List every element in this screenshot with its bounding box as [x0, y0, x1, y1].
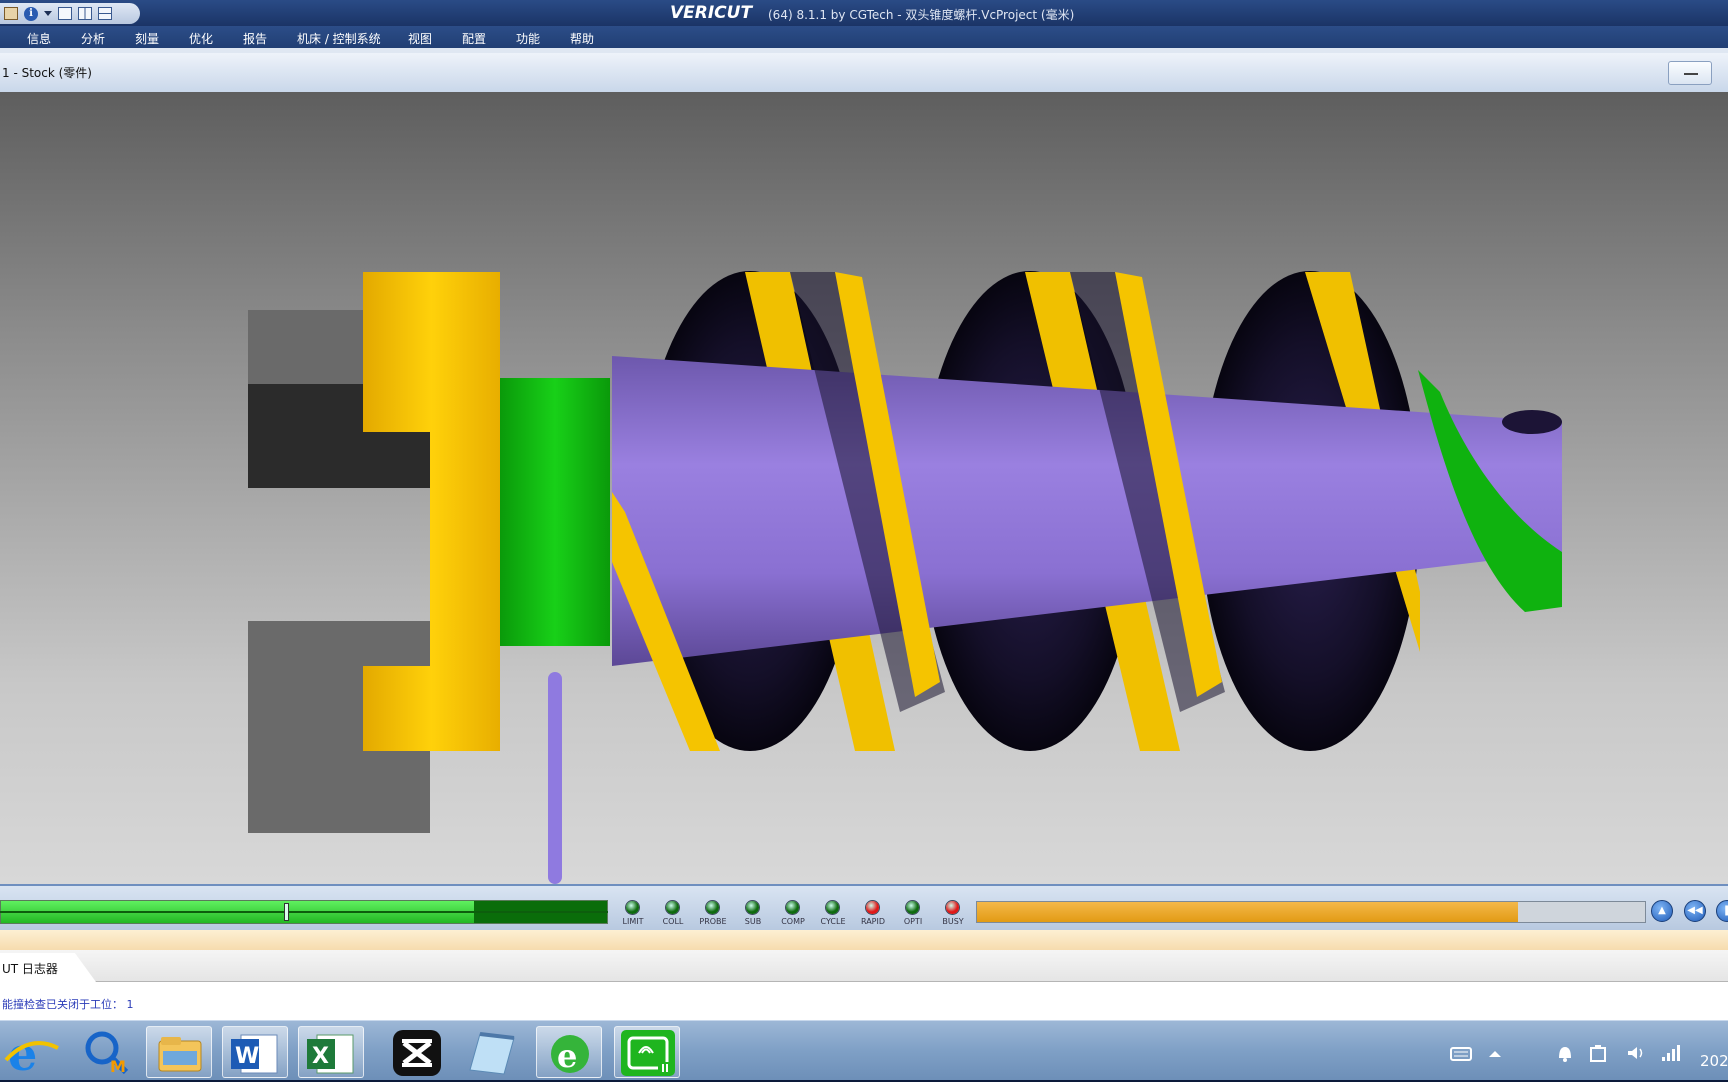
overall-progress-fill	[977, 902, 1518, 922]
chevron-down-icon[interactable]	[44, 11, 52, 16]
network-signal-icon[interactable]	[1660, 1043, 1682, 1063]
mastercam-icon[interactable]: M	[74, 1026, 140, 1078]
graphics-viewport[interactable]	[0, 92, 1728, 884]
single-view-icon[interactable]	[58, 7, 72, 20]
panel-title: 1 - Stock (零件)	[2, 66, 92, 80]
fixture-hub	[500, 378, 610, 646]
capcut-icon[interactable]	[384, 1026, 450, 1078]
menu-measure[interactable]: 刻量	[135, 30, 159, 47]
menu-help[interactable]: 帮助	[570, 30, 594, 47]
indicator-probe-light	[706, 901, 719, 914]
cutting-tool	[548, 672, 562, 884]
stock-tip	[1502, 410, 1562, 434]
indicator-probe-label: PROBE	[699, 917, 727, 926]
indicator-rapid-label: RAPID	[860, 917, 886, 926]
eject-button[interactable]: ▲	[1651, 900, 1673, 922]
menu-bar: 信息 分析 刻量 优化 报告 机床 / 控制系统 视图 配置 功能 帮助	[0, 26, 1728, 48]
indicator-cycle-light	[826, 901, 839, 914]
fixture-flange	[363, 272, 500, 751]
excel-icon[interactable]: X	[298, 1026, 364, 1078]
svg-text:W: W	[235, 1044, 259, 1069]
keyboard-icon[interactable]	[1450, 1043, 1472, 1063]
app-menu-icon[interactable]	[4, 7, 18, 20]
svg-text:e: e	[557, 1037, 577, 1075]
battery-icon[interactable]	[1588, 1043, 1610, 1063]
indicator-rapid-light	[866, 901, 879, 914]
indicator-opti-label: OPTI	[903, 917, 923, 926]
menu-analysis[interactable]: 分析	[81, 30, 105, 47]
indicator-sub-label: SUB	[744, 917, 762, 926]
menu-function[interactable]: 功能	[516, 30, 540, 47]
indicator-coll-label: COLL	[662, 917, 684, 926]
split-horizontal-view-icon[interactable]	[98, 7, 112, 20]
menu-optimize[interactable]: 优化	[189, 30, 213, 47]
explorer-icon[interactable]	[146, 1026, 212, 1078]
menu-info[interactable]: 信息	[27, 30, 51, 47]
indicator-limit-light	[626, 901, 639, 914]
rewind-button[interactable]: ◀◀	[1684, 900, 1706, 922]
menu-report[interactable]: 报告	[243, 30, 267, 47]
quick-access-toolbar: i	[0, 3, 140, 24]
notepad-icon[interactable]	[460, 1026, 526, 1078]
volume-icon[interactable]	[1626, 1043, 1648, 1063]
indicator-comp-light	[786, 901, 799, 914]
svg-text:X: X	[312, 1044, 329, 1069]
indicator-sub-light	[746, 901, 759, 914]
menu-machine-control[interactable]: 机床 / 控制系统	[297, 30, 381, 47]
word-icon[interactable]: W	[222, 1026, 288, 1078]
indicator-opti-light	[906, 901, 919, 914]
recorder-icon[interactable]	[614, 1026, 680, 1078]
view-panel-header	[0, 48, 1728, 92]
ie-icon[interactable]: e	[0, 1026, 66, 1081]
indicator-coll-light	[666, 901, 679, 914]
log-separator	[0, 930, 1728, 950]
indicator-busy-label: BUSY	[942, 917, 964, 926]
minimize-panel-button[interactable]	[1668, 61, 1712, 85]
log-tab-row	[0, 950, 1728, 982]
file-progress-thumb[interactable]	[284, 903, 289, 921]
info-icon[interactable]: i	[24, 6, 38, 21]
ie-alt-icon[interactable]: e	[536, 1026, 602, 1078]
log-body	[0, 982, 1728, 1020]
brand-logo: VERICUT	[670, 3, 753, 23]
indicator-busy-light	[946, 901, 959, 914]
taskbar-clock[interactable]: 202	[1700, 1052, 1728, 1070]
indicator-limit-label: LIMIT	[622, 917, 644, 926]
window-title: (64) 8.1.1 by CGTech - 双头锥度螺杆.VcProject …	[768, 8, 1075, 22]
split-vertical-view-icon[interactable]	[78, 7, 92, 20]
indicator-comp-label: COMP	[781, 917, 805, 926]
menu-view[interactable]: 视图	[408, 30, 432, 47]
show-hidden-icons-icon[interactable]	[1484, 1043, 1506, 1063]
log-line: 能撞检查已关闭于工位： 1	[2, 998, 134, 1011]
indicator-cycle-label: CYCLE	[820, 917, 846, 926]
notification-bell-icon[interactable]	[1554, 1043, 1576, 1063]
file-progress-line	[0, 911, 608, 913]
svg-text:M: M	[110, 1057, 126, 1076]
log-tab-label: UT 日志器	[2, 962, 58, 976]
menu-configuration[interactable]: 配置	[462, 30, 486, 47]
machining-scene	[248, 271, 1562, 884]
